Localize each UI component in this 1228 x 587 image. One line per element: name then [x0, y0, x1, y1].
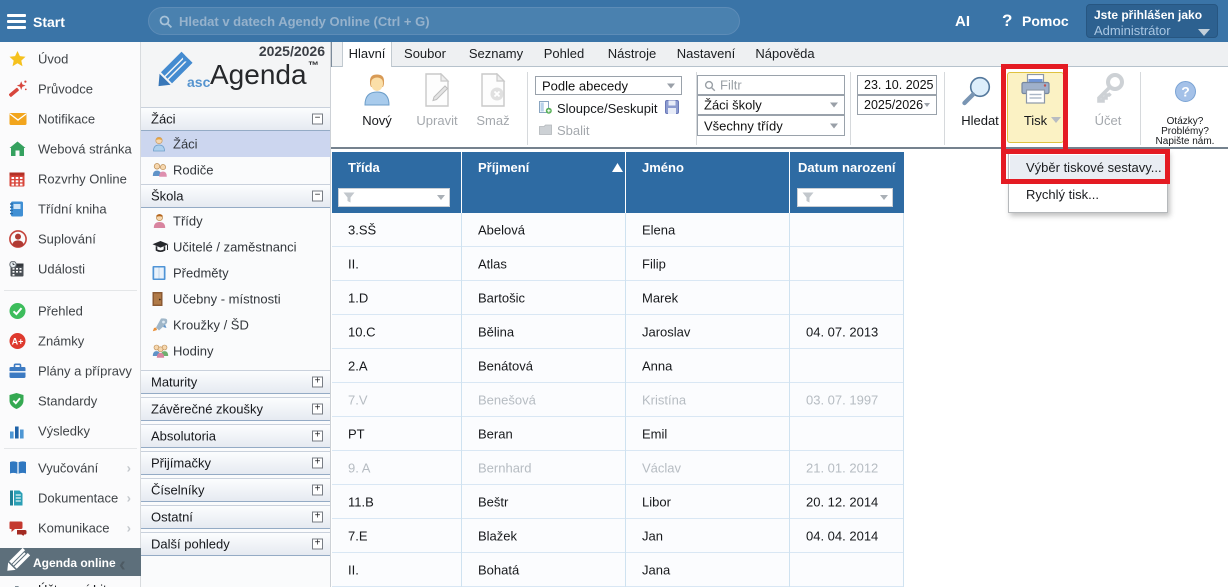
svg-text:?: ? [1181, 84, 1190, 100]
svg-text:A+: A+ [12, 337, 24, 347]
